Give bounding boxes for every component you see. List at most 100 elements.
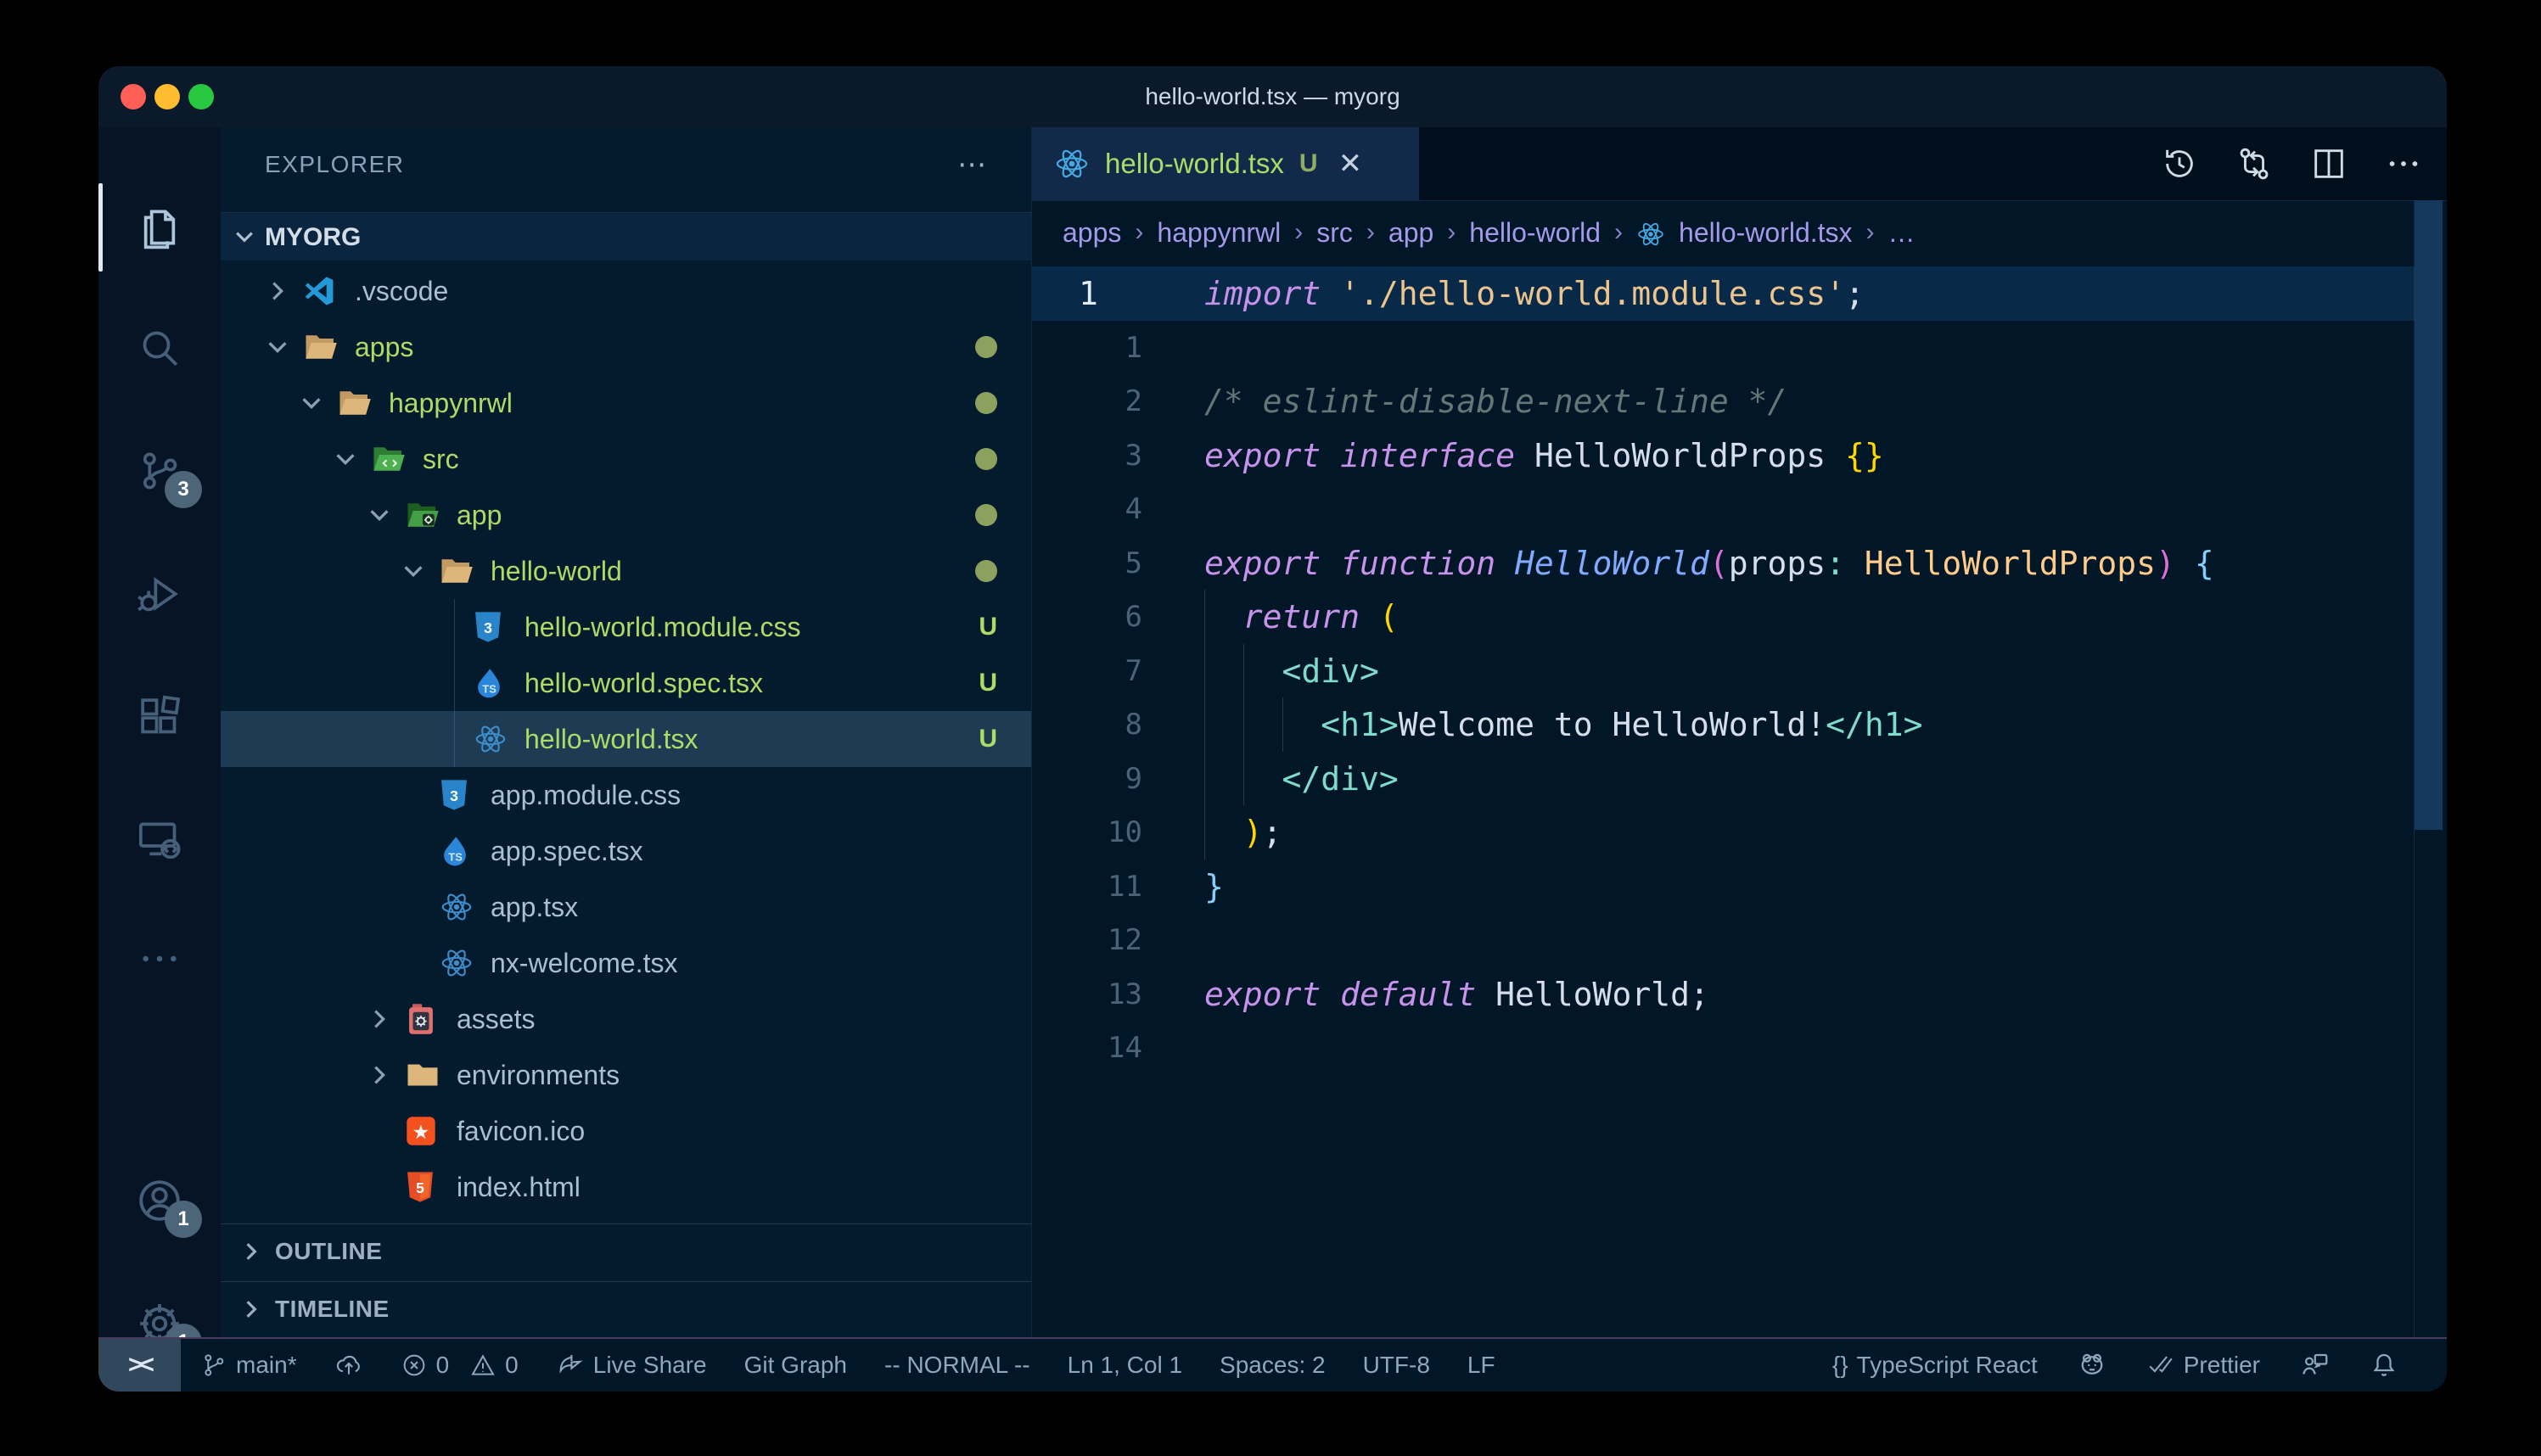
live-share-icon [556, 1351, 585, 1380]
code-line[interactable] [1204, 321, 2413, 375]
code-line[interactable] [1204, 1021, 2413, 1075]
workspace-section-header[interactable]: MYORG [221, 212, 1031, 260]
more-actions-icon[interactable] [2384, 144, 2423, 183]
editor-actions [2160, 127, 2423, 200]
react-icon [440, 890, 474, 924]
tree-item--vscode[interactable]: .vscode [221, 263, 1031, 319]
remote-indicator[interactable]: >< [98, 1339, 181, 1392]
breadcrumb-item-apps[interactable]: apps [1063, 217, 1121, 249]
remote-explorer-activity-button[interactable] [98, 789, 221, 891]
feedback-status-item[interactable] [2299, 1350, 2330, 1380]
tree-item-app-module-css[interactable]: 3app.module.css [221, 767, 1031, 823]
folder-open-icon [338, 389, 372, 417]
test-tsx-icon: TS [474, 667, 504, 699]
sync-status-item[interactable] [334, 1351, 363, 1380]
tree-item-hello-world-module-css[interactable]: 3hello-world.module.cssU [221, 599, 1031, 655]
breadcrumb-item-hello-world[interactable]: hello-world [1469, 217, 1601, 249]
tree-item-favicon-ico[interactable]: ★favicon.ico [221, 1103, 1031, 1159]
sidebar-more-actions-button[interactable]: ⋯ [957, 148, 989, 182]
timeline-history-icon[interactable] [2160, 144, 2199, 183]
code-line[interactable]: <h1>Welcome to HelloWorld!</h1> [1204, 697, 2413, 752]
breadcrumb-item-hello-world-tsx[interactable]: hello-world.tsx [1679, 217, 1853, 249]
tree-item-hello-world-tsx[interactable]: hello-world.tsxU [221, 711, 1031, 767]
vim-mode-status-item[interactable]: -- NORMAL -- [884, 1352, 1030, 1379]
cursor-position-status-item[interactable]: Ln 1, Col 1 [1068, 1352, 1182, 1379]
chevron-right-icon [239, 1297, 263, 1321]
accounts-button[interactable]: 1 [98, 1150, 221, 1252]
tree-item-apps[interactable]: apps [221, 319, 1031, 375]
open-changes-icon[interactable] [2235, 144, 2274, 183]
git-modified-dot [975, 487, 997, 543]
folder-src-icon [372, 445, 406, 473]
code-line[interactable]: return ( [1204, 590, 2413, 644]
code-line[interactable]: /* eslint-disable-next-line */ [1204, 374, 2413, 428]
status-bar: >< main* 0 0 Live Share [98, 1337, 2447, 1392]
feedback-smiley-status-item[interactable] [2077, 1350, 2107, 1380]
breadcrumb-separator: › [1294, 218, 1303, 247]
source-control-activity-button[interactable]: 3 [98, 420, 221, 522]
code-area: 1import './hello-world.module.css';12/* … [1032, 265, 2447, 1339]
breadcrumbs: apps›happynrwl›src›app›hello-world›hello… [1063, 200, 1916, 265]
explorer-activity-button[interactable] [98, 176, 221, 278]
sidebar-title: EXPLORER [265, 151, 405, 178]
tree-item-hello-world-spec-tsx[interactable]: TShello-world.spec.tsxU [221, 655, 1031, 711]
code-line[interactable]: <div> [1204, 644, 2413, 698]
line-number-relative: 2 [1066, 374, 1142, 428]
tree-item-index-html[interactable]: 5index.html [221, 1159, 1031, 1215]
indentation-status-item[interactable]: Spaces: 2 [1220, 1352, 1326, 1379]
tree-item-assets[interactable]: assets [221, 991, 1031, 1047]
split-editor-icon[interactable] [2309, 144, 2348, 183]
explorer-sidebar: EXPLORER ⋯ MYORG .vscodeappshappynrwlsrc… [221, 127, 1032, 1339]
breadcrumb-item-app[interactable]: app [1388, 217, 1433, 249]
close-tab-button[interactable]: ✕ [1338, 147, 1363, 181]
more-views-button[interactable] [98, 908, 221, 1010]
code-line[interactable]: } [1204, 860, 2413, 914]
line-number-relative: 8 [1066, 697, 1142, 752]
tree-chevron [333, 431, 358, 487]
accounts-badge: 1 [165, 1201, 202, 1238]
breadcrumb-item-happynrwl[interactable]: happynrwl [1157, 217, 1281, 249]
live-share-status-item[interactable]: Live Share [556, 1351, 707, 1380]
tree-item-nx-welcome-tsx[interactable]: nx-welcome.tsx [221, 935, 1031, 991]
branch-status-item[interactable]: main* [200, 1352, 297, 1379]
breadcrumb-item-src[interactable]: src [1316, 217, 1353, 249]
tree-item-app[interactable]: app [221, 487, 1031, 543]
extensions-activity-button[interactable] [98, 666, 221, 768]
code-line[interactable]: import './hello-world.module.css'; [1204, 266, 2413, 321]
code-line[interactable]: ); [1204, 805, 2413, 860]
tab-hello-world-tsx[interactable]: hello-world.tsx U ✕ [1032, 127, 1419, 200]
code-line[interactable]: </div> [1204, 752, 2413, 806]
outline-section-header[interactable]: OUTLINE [221, 1224, 1031, 1281]
code-line[interactable]: export function HelloWorld(props: HelloW… [1204, 536, 2413, 591]
git-graph-status-item[interactable]: Git Graph [744, 1352, 847, 1379]
problems-status-item[interactable]: 0 0 [401, 1352, 519, 1379]
code-line[interactable] [1204, 913, 2413, 967]
breadcrumb-item--[interactable]: … [1888, 217, 1916, 249]
code-line[interactable]: export interface HelloWorldProps {} [1204, 428, 2413, 483]
warning-icon [469, 1352, 496, 1379]
encoding-status-item[interactable]: UTF-8 [1363, 1352, 1430, 1379]
tree-item-hello-world[interactable]: hello-world [221, 543, 1031, 599]
eol-status-item[interactable]: LF [1467, 1352, 1495, 1379]
line-number-relative: 9 [1066, 752, 1142, 806]
folder-open-icon [440, 557, 474, 585]
tree-item-src[interactable]: src [221, 431, 1031, 487]
line-number-relative: 13 [1066, 967, 1142, 1022]
scrollbar-thumb[interactable] [2415, 200, 2443, 830]
prettier-status-item[interactable]: Prettier [2146, 1351, 2260, 1380]
cloud-upload-icon [334, 1351, 363, 1380]
assets-folder-icon [406, 1003, 436, 1035]
code-line[interactable] [1204, 482, 2413, 536]
code-line[interactable]: export default HelloWorld; [1204, 967, 2413, 1022]
line-number-relative: 5 [1066, 536, 1142, 591]
notifications-status-item[interactable] [2369, 1350, 2399, 1380]
tree-item-happynrwl[interactable]: happynrwl [221, 375, 1031, 431]
language-mode-status-item[interactable]: {} TypeScript React [1832, 1352, 2038, 1379]
tree-item-environments[interactable]: environments [221, 1047, 1031, 1103]
timeline-section-header[interactable]: TIMELINE [221, 1281, 1031, 1339]
search-activity-button[interactable] [98, 297, 221, 399]
tree-item-app-tsx[interactable]: app.tsx [221, 879, 1031, 935]
run-debug-activity-button[interactable] [98, 543, 221, 645]
tree-item-label: apps [355, 319, 413, 375]
tree-item-app-spec-tsx[interactable]: TSapp.spec.tsx [221, 823, 1031, 879]
